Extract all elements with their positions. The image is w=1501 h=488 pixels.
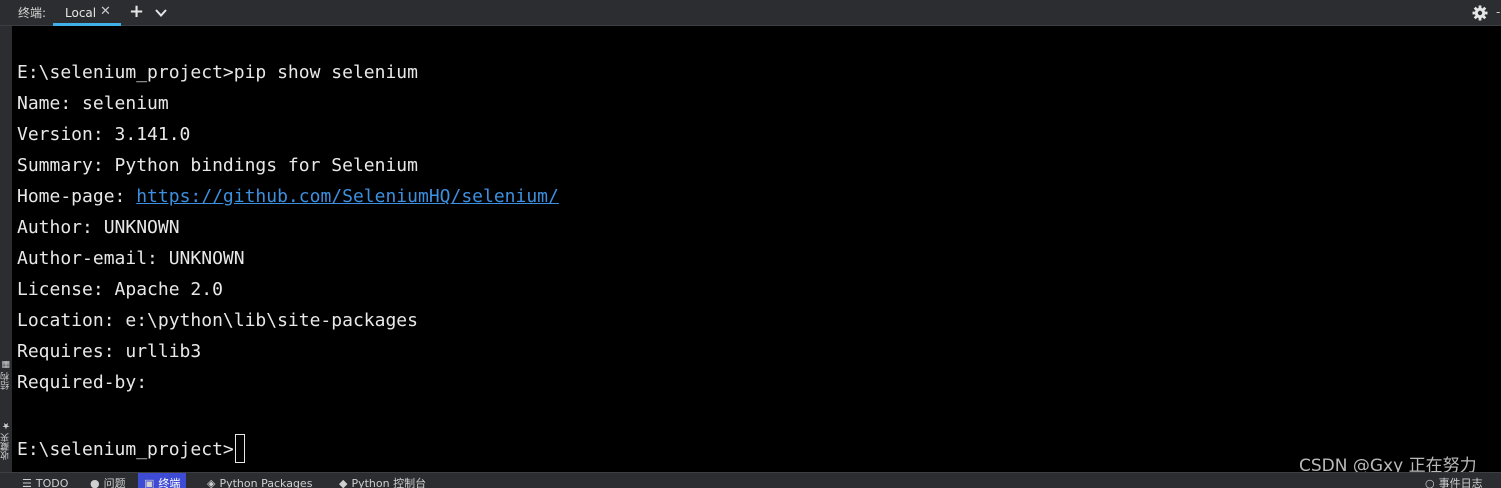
terminal-line: License: Apache 2.0 (17, 279, 223, 300)
tool-python-console-label: Python 控制台 (351, 477, 427, 488)
star-icon: ★ (1, 420, 11, 431)
terminal-line: Version: 3.141.0 (17, 124, 191, 145)
side-tab-favorites-label: 收藏夹 (1, 432, 11, 460)
tool-todo-label: TODO (35, 477, 69, 488)
side-tab-structure[interactable]: 结构 ▦ (0, 351, 12, 399)
tool-window-title: 终端: (18, 6, 47, 20)
terminal-line: Name: selenium (17, 93, 169, 114)
minimize-icon[interactable]: - (1496, 5, 1500, 19)
homepage-label: Home-page: (17, 186, 137, 207)
list-icon: ☰ (22, 477, 32, 488)
terminal-icon: ▣ (144, 477, 155, 488)
new-tab-icon[interactable]: + (129, 2, 144, 22)
terminal-header: 终端: Local ✕ + - (0, 0, 1501, 26)
tool-problems-label: 问题 (103, 477, 126, 488)
search-icon: ○ (1425, 477, 1435, 488)
tool-python-packages-label: Python Packages (219, 477, 313, 488)
tool-terminal-label: 终端 (158, 477, 181, 488)
structure-icon: ▦ (1, 359, 11, 370)
terminal-line: E:\selenium_project>pip show selenium (17, 62, 418, 83)
left-tool-strip: 结构 ▦ 收藏夹 ★ (0, 26, 12, 472)
close-icon[interactable]: ✕ (100, 5, 111, 19)
gear-icon[interactable] (1472, 5, 1488, 21)
python-icon: ◆ (339, 477, 348, 488)
side-tab-favorites[interactable]: 收藏夹 ★ (0, 411, 12, 469)
tool-event-log[interactable]: ○ 事件日志 (1425, 477, 1483, 488)
terminal-line: Required-by: (17, 372, 148, 393)
tool-python-console[interactable]: ◆ Python 控制台 (339, 477, 426, 488)
terminal-line: Location: e:\python\lib\site-packages (17, 310, 418, 331)
layers-icon: ◈ (207, 477, 216, 488)
terminal-line: Summary: Python bindings for Selenium (17, 155, 418, 176)
tab-label: Local (65, 6, 97, 20)
warning-icon: ● (90, 477, 100, 488)
terminal-line: Author: UNKNOWN (17, 217, 180, 238)
terminal-prompt-line: E:\selenium_project> (17, 434, 245, 463)
ide-terminal-window: 终端: Local ✕ + - 结构 ▦ 收藏夹 ★ E:\selenium_p… (0, 0, 1501, 488)
chevron-down-icon[interactable] (154, 6, 168, 20)
bottom-tool-bar: ☰ TODO ● 问题 ▣ 终端 ◈ Python Packages ◆ Python 控… (0, 472, 1501, 488)
terminal-prompt: E:\selenium_project> (17, 439, 234, 460)
terminal-line-homepage: Home-page: https://github.com/SeleniumHQ… (17, 186, 559, 208)
tab-local[interactable]: Local ✕ (53, 0, 121, 26)
tool-event-log-label: 事件日志 (1438, 477, 1483, 488)
terminal-output[interactable]: E:\selenium_project>pip show selenium Na… (12, 27, 1501, 472)
homepage-link[interactable]: https://github.com/SeleniumHQ/selenium/ (136, 186, 559, 207)
tool-problems[interactable]: ● 问题 (90, 477, 126, 488)
tool-todo[interactable]: ☰ TODO (22, 477, 68, 488)
terminal-line: Author-email: UNKNOWN (17, 248, 245, 269)
text-cursor[interactable] (234, 434, 245, 463)
tool-terminal[interactable]: ▣ 终端 (138, 473, 187, 488)
tool-python-packages[interactable]: ◈ Python Packages (207, 477, 312, 488)
terminal-line: Requires: urllib3 (17, 341, 202, 362)
side-tab-structure-label: 结构 (1, 372, 11, 391)
